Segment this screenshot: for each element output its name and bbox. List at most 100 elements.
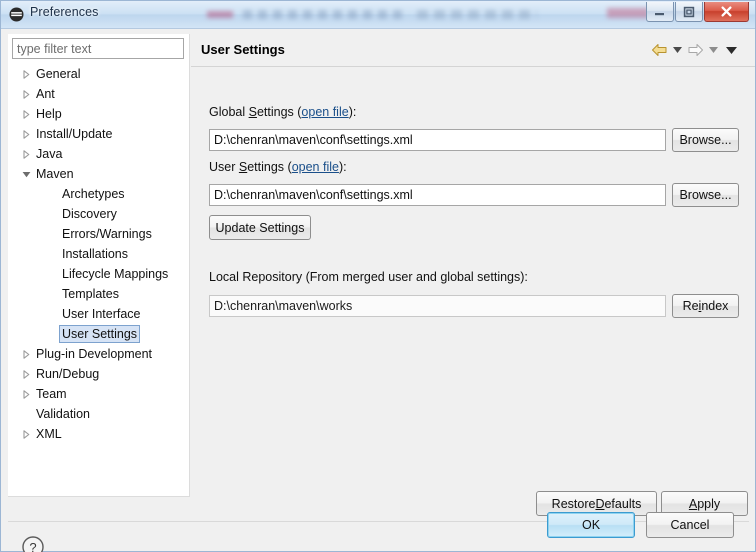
maximize-icon (676, 2, 702, 21)
global-settings-input[interactable] (209, 129, 666, 151)
global-settings-open-file-link[interactable]: open file (301, 105, 348, 119)
background-window-artifact (243, 10, 405, 19)
tree-collapse-arrow-icon[interactable] (20, 164, 33, 184)
dialog-body: General Ant Help Install/Update Java Maven Arc… (1, 29, 755, 552)
restore-defaults-pre: Restore (551, 496, 596, 511)
window-title: Preferences (30, 5, 99, 19)
tree-item-label: Java (36, 147, 63, 161)
user-settings-input[interactable] (209, 184, 666, 206)
tree-expand-arrow-icon[interactable] (20, 124, 33, 144)
forward-dropdown-caret-icon[interactable] (706, 41, 721, 59)
tree-item-label: XML (36, 427, 62, 441)
view-menu-caret-icon[interactable] (721, 41, 741, 59)
background-window-artifact (607, 8, 649, 18)
tree-item-label: Ant (36, 87, 55, 101)
apply-mnemonic: A (688, 496, 698, 511)
tree-item-discovery[interactable]: Discovery (8, 204, 190, 224)
tree-item-team[interactable]: Team (8, 384, 190, 404)
tree-item-user-interface[interactable]: User Interface (8, 304, 190, 324)
filter-input[interactable] (12, 38, 184, 59)
preferences-tree-panel: General Ant Help Install/Update Java Maven Arc… (8, 34, 190, 497)
close-button[interactable] (704, 2, 749, 22)
tree-expand-arrow-icon[interactable] (20, 104, 33, 124)
tree-item-label: General (36, 67, 81, 81)
tree-item-maven[interactable]: Maven (8, 164, 190, 184)
cancel-button[interactable]: Cancel (646, 512, 734, 538)
tree-item-installations[interactable]: Installations (8, 244, 190, 264)
user-settings-label-pre: User (209, 160, 239, 174)
eclipse-icon (9, 7, 24, 22)
tree-item-user-settings[interactable]: User Settings (8, 324, 190, 344)
tree-item-archetypes[interactable]: Archetypes (8, 184, 190, 204)
preferences-tree[interactable]: General Ant Help Install/Update Java Maven Arc… (8, 64, 190, 494)
tree-item-install-update[interactable]: Install/Update (8, 124, 190, 144)
user-settings-open-file-link[interactable]: open file (292, 160, 339, 174)
tree-item-errors-warnings[interactable]: Errors/Warnings (8, 224, 190, 244)
tree-expand-arrow-icon[interactable] (20, 344, 33, 364)
local-repository-label: Local Repository (From merged user and g… (209, 270, 528, 284)
tree-expand-arrow-icon[interactable] (20, 64, 33, 84)
tree-item-validation[interactable]: Validation (8, 404, 190, 424)
tree-item-java[interactable]: Java (8, 144, 190, 164)
tree-item-label: Validation (36, 407, 90, 421)
background-window-artifact (417, 10, 537, 19)
tree-item-help[interactable]: Help (8, 104, 190, 124)
tree-item-label: Installations (62, 247, 129, 261)
tree-expand-arrow-icon[interactable] (20, 384, 33, 404)
help-button[interactable]: ? (20, 535, 46, 552)
tree-item-lifecycle-mappings[interactable]: Lifecycle Mappings (8, 264, 190, 284)
tree-item-label: Lifecycle Mappings (62, 267, 169, 281)
tree-expand-arrow-icon[interactable] (20, 364, 33, 384)
tree-item-ant[interactable]: Ant (8, 84, 190, 104)
user-settings-label: User Settings (open file): (209, 160, 347, 174)
tree-expand-arrow-icon[interactable] (20, 84, 33, 104)
global-settings-browse-button[interactable]: Browse... (672, 128, 739, 152)
global-settings-label-pre: Global (209, 105, 249, 119)
tree-item-label: Discovery (62, 207, 117, 221)
page-title: User Settings (201, 42, 285, 57)
tree-item-run-debug[interactable]: Run/Debug (8, 364, 190, 384)
title-divider (191, 66, 755, 67)
update-settings-button[interactable]: Update Settings (209, 215, 311, 240)
minimize-button[interactable] (646, 2, 674, 22)
global-settings-label-end: ): (348, 105, 357, 119)
footer-divider (8, 521, 749, 522)
tree-item-templates[interactable]: Templates (8, 284, 190, 304)
minimize-icon (647, 2, 673, 21)
restore-defaults-mnemonic: D (595, 496, 605, 511)
tree-item-label: User Settings (59, 325, 141, 343)
user-settings-label-post: ettings ( (247, 160, 292, 174)
tree-item-label: Help (36, 107, 62, 121)
maximize-button[interactable] (675, 2, 703, 22)
tree-item-label: Run/Debug (36, 367, 100, 381)
tree-expand-arrow-icon[interactable] (20, 424, 33, 444)
reindex-label-pre: Re (682, 299, 699, 313)
tree-item-label: Plug-in Development (36, 347, 153, 361)
tree-item-general[interactable]: General (8, 64, 190, 84)
local-repository-input[interactable] (209, 295, 666, 317)
tree-item-label: Errors/Warnings (62, 227, 152, 241)
ok-button[interactable]: OK (547, 512, 635, 538)
reindex-button[interactable]: Re i ndex (672, 294, 739, 318)
apply-post: pply (697, 496, 721, 511)
help-question-icon: ? (21, 535, 45, 552)
back-arrow-icon[interactable] (649, 41, 670, 59)
tree-item-label: Maven (36, 167, 74, 181)
tree-item-label: Team (36, 387, 67, 401)
page-navigation (649, 41, 741, 59)
forward-arrow-icon[interactable] (685, 41, 706, 59)
tree-item-xml[interactable]: XML (8, 424, 190, 444)
user-settings-browse-button[interactable]: Browse... (672, 183, 739, 207)
tree-expand-arrow-icon[interactable] (20, 144, 33, 164)
back-dropdown-caret-icon[interactable] (670, 41, 685, 59)
tree-item-label: Templates (62, 287, 119, 301)
preferences-dialog: Preferences type filter text General Ant… (0, 0, 756, 552)
user-settings-label-mnemonic: S (238, 160, 248, 174)
tree-item-plug-in-development[interactable]: Plug-in Development (8, 344, 190, 364)
